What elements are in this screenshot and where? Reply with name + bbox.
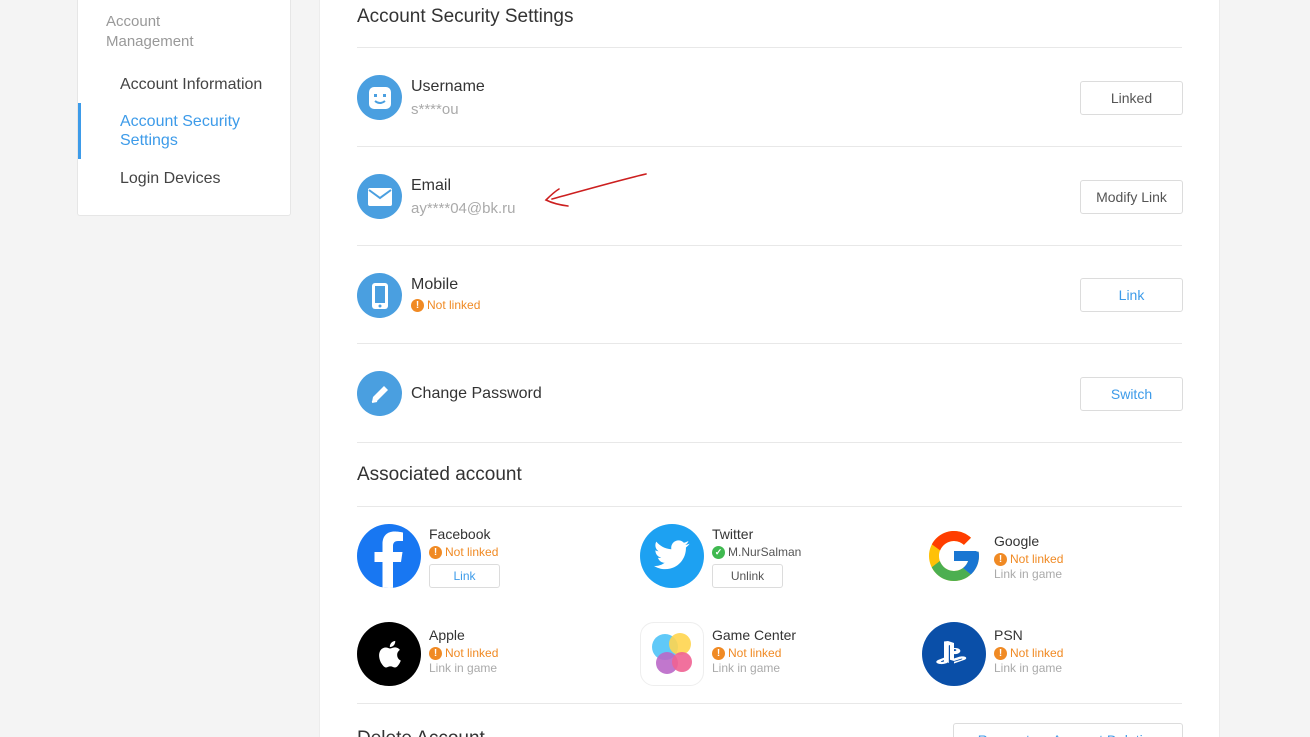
page-title: Account Security Settings xyxy=(357,6,574,27)
change-password-label: Change Password xyxy=(411,385,542,402)
twitter-icon xyxy=(640,524,704,588)
divider xyxy=(357,146,1182,147)
sidebar-item-login-devices[interactable]: Login Devices xyxy=(120,169,221,188)
facebook-name: Facebook xyxy=(429,526,491,542)
apple-hint: Link in game xyxy=(429,661,498,675)
divider xyxy=(357,47,1182,48)
apple-status-text: Not linked xyxy=(445,646,499,660)
twitter-account: Twitter ✓ M.NurSalman Unlink xyxy=(640,524,890,590)
apple-status: ! Not linked xyxy=(429,646,498,660)
sidebar-heading: Account Management xyxy=(106,13,194,50)
warning-icon: ! xyxy=(712,646,725,660)
divider xyxy=(357,703,1182,704)
mobile-label: Mobile xyxy=(411,276,459,293)
game-center-status: ! Not linked xyxy=(712,646,781,660)
psn-name: PSN xyxy=(994,627,1023,643)
google-status-text: Not linked xyxy=(1010,552,1064,566)
sidebar-item-account-security-settings[interactable]: Account Security Settings xyxy=(120,112,270,150)
link-mobile-button[interactable]: Link xyxy=(1080,278,1183,312)
divider xyxy=(357,343,1182,344)
warning-icon: ! xyxy=(429,646,442,660)
apple-account: Apple ! Not linked Link in game xyxy=(357,622,607,688)
pencil-icon xyxy=(357,371,402,416)
google-icon xyxy=(922,524,986,588)
psn-account: PSN ! Not linked Link in game xyxy=(922,622,1172,688)
psn-hint: Link in game xyxy=(994,661,1063,675)
google-name: Google xyxy=(994,533,1040,549)
playstation-icon xyxy=(922,622,986,686)
face-icon xyxy=(357,75,402,120)
apple-icon xyxy=(357,622,421,686)
warning-icon: ! xyxy=(994,552,1007,566)
email-label: Email xyxy=(411,177,452,194)
linked-button[interactable]: Linked xyxy=(1080,81,1183,115)
main-panel: Account Security Settings Username s****… xyxy=(319,0,1220,737)
game-center-status-text: Not linked xyxy=(728,646,782,660)
check-icon: ✓ xyxy=(712,545,725,559)
request-deletion-button[interactable]: Request an Account Deletion xyxy=(953,723,1183,737)
warning-icon: ! xyxy=(411,298,424,312)
associated-account-title: Associated account xyxy=(357,464,522,485)
twitter-unlink-button[interactable]: Unlink xyxy=(712,564,783,588)
delete-account-title: Delete Account xyxy=(357,728,485,737)
warning-icon: ! xyxy=(994,646,1007,660)
facebook-account: Facebook ! Not linked Link xyxy=(357,524,607,590)
username-label: Username xyxy=(411,78,485,95)
sidebar: Account Management Account Information A… xyxy=(77,0,291,216)
modify-link-button[interactable]: Modify Link xyxy=(1080,180,1183,214)
mobile-status: ! Not linked xyxy=(411,298,480,312)
phone-icon xyxy=(357,273,402,318)
psn-status-text: Not linked xyxy=(1010,646,1064,660)
apple-name: Apple xyxy=(429,627,465,643)
google-status: ! Not linked xyxy=(994,552,1063,566)
psn-status: ! Not linked xyxy=(994,646,1063,660)
sidebar-item-account-information[interactable]: Account Information xyxy=(120,75,262,94)
game-center-hint: Link in game xyxy=(712,661,781,675)
switch-button[interactable]: Switch xyxy=(1080,377,1183,411)
twitter-name: Twitter xyxy=(712,526,754,542)
warning-icon: ! xyxy=(429,545,442,559)
facebook-status: ! Not linked xyxy=(429,545,498,559)
google-account: Google ! Not linked Link in game xyxy=(922,524,1172,590)
username-value: s****ou xyxy=(411,101,459,118)
divider xyxy=(357,245,1182,246)
envelope-icon xyxy=(357,174,402,219)
facebook-status-text: Not linked xyxy=(445,545,499,559)
facebook-link-button[interactable]: Link xyxy=(429,564,500,588)
divider xyxy=(357,442,1182,443)
google-hint: Link in game xyxy=(994,567,1063,581)
twitter-status: ✓ M.NurSalman xyxy=(712,545,801,559)
game-center-icon xyxy=(640,622,704,686)
mobile-status-text: Not linked xyxy=(427,298,481,312)
game-center-account: Game Center ! Not linked Link in game xyxy=(640,622,890,688)
active-indicator xyxy=(78,103,81,159)
twitter-username: M.NurSalman xyxy=(728,545,802,559)
game-center-name: Game Center xyxy=(712,627,797,643)
facebook-icon xyxy=(357,524,421,588)
email-value: ay****04@bk.ru xyxy=(411,200,516,217)
divider xyxy=(357,506,1182,507)
